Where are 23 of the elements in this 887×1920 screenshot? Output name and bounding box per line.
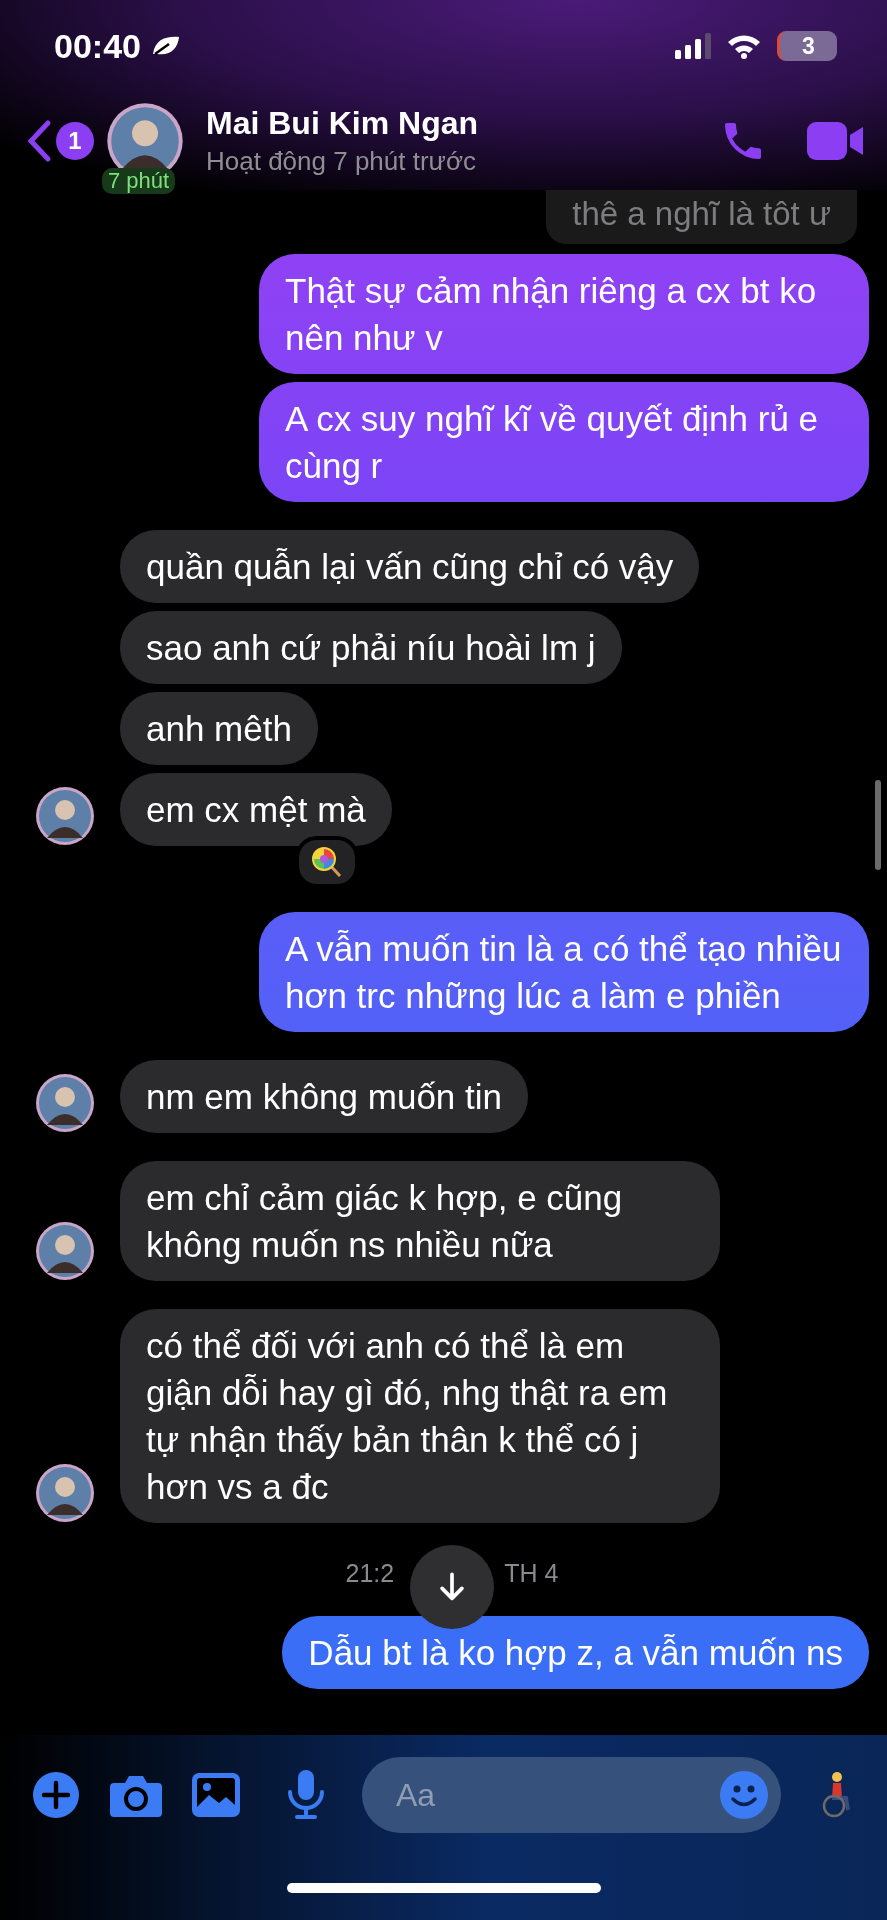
message-bubble: Thật sự cảm nhận riêng a cx bt ko nên như v: [259, 254, 869, 374]
message-bubble: anh mêth: [120, 692, 318, 765]
activity-status: Hoạt động 7 phút trước: [206, 146, 478, 177]
message-bubble: A cx suy nghĩ kĩ về quyết định rủ e cùng r: [259, 382, 869, 502]
message-bubble: Dẫu bt là ko hợp z, a vẫn muốn ns: [282, 1616, 869, 1689]
active-time-label: 7 phút: [102, 168, 176, 194]
timestamp: TH 4: [504, 1559, 559, 1588]
unread-badge: 1: [56, 122, 94, 160]
message-bubble: em cx mệt mà: [120, 773, 392, 846]
message-input[interactable]: Aa: [394, 1775, 719, 1815]
message-bubble: sao anh cứ phải níu hoài lm j: [120, 611, 622, 684]
message-bubble: A vẫn muốn tin là a có thể tạo nhiều hơn trc những lúc a làm e phiền: [259, 912, 869, 1032]
message-bubble: có thể đối với anh có thể là em giận dỗi hay gì đó, nhg thật ra em tự nhận thấy bản thân k thể có j hơn vs a đc: [120, 1309, 720, 1523]
timestamp: 21:2: [345, 1559, 395, 1588]
message-bubble: em chỉ cảm giác k hợp, e cũng không muốn ns nhiều nữa: [120, 1161, 720, 1281]
message-bubble: thê a nghĩ là tôt ư: [546, 190, 857, 244]
battery-indicator: 3: [777, 31, 837, 61]
back-button[interactable]: 1: [26, 119, 94, 163]
message-bubble: quần quẫn lại vấn cũng chỉ có vậy: [120, 530, 700, 603]
contact-name: Mai Bui Kim Ngan: [206, 105, 479, 142]
clock: 00:40: [54, 26, 141, 66]
message-bubble: nm em không muốn tin: [120, 1060, 528, 1133]
message-field[interactable]: Aa: [362, 1757, 781, 1833]
